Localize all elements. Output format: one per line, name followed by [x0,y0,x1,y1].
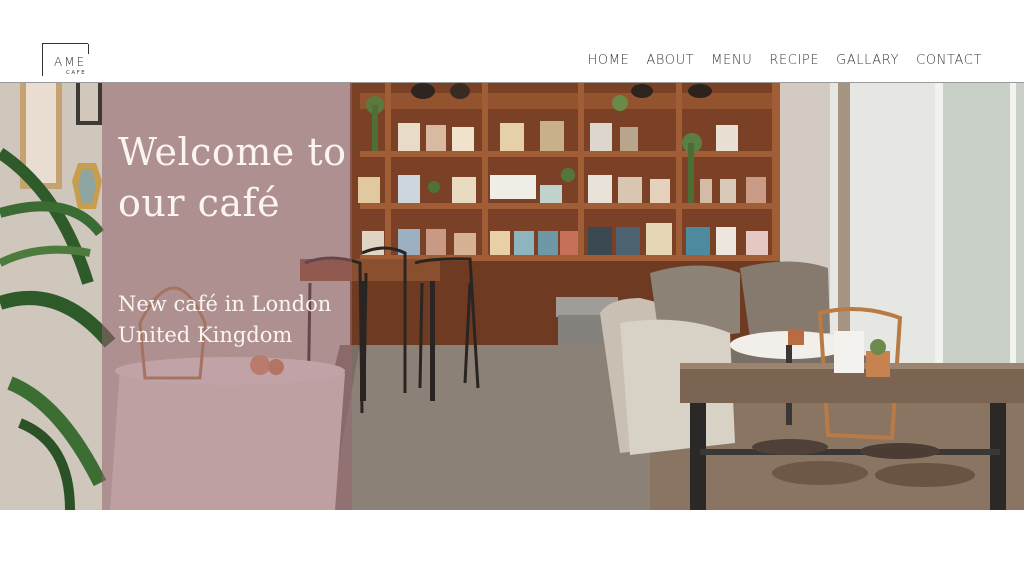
site-header: AME CAFE HOME ABOUT MENU RECIPE GALLARY … [0,0,1024,83]
hero-title: Welcome to our café [118,130,347,225]
nav-gallary[interactable]: GALLARY [836,53,899,68]
nav-about[interactable]: ABOUT [646,53,694,68]
logo[interactable]: AME CAFE [42,43,89,77]
below-hero-area [0,510,1024,576]
nav-contact[interactable]: CONTACT [916,53,982,68]
page: AME CAFE HOME ABOUT MENU RECIPE GALLARY … [0,0,1024,576]
nav-recipe[interactable]: RECIPE [769,53,819,68]
logo-name: AME [54,55,87,69]
logo-subtitle: CAFE [66,70,87,76]
hero-section: Welcome to our café New café in London U… [0,83,1024,510]
nav-menu[interactable]: MENU [711,53,752,68]
nav-home[interactable]: HOME [588,53,630,68]
main-nav: HOME ABOUT MENU RECIPE GALLARY CONTACT [588,53,982,68]
hero-subtitle: New café in London United Kingdom [118,292,332,347]
